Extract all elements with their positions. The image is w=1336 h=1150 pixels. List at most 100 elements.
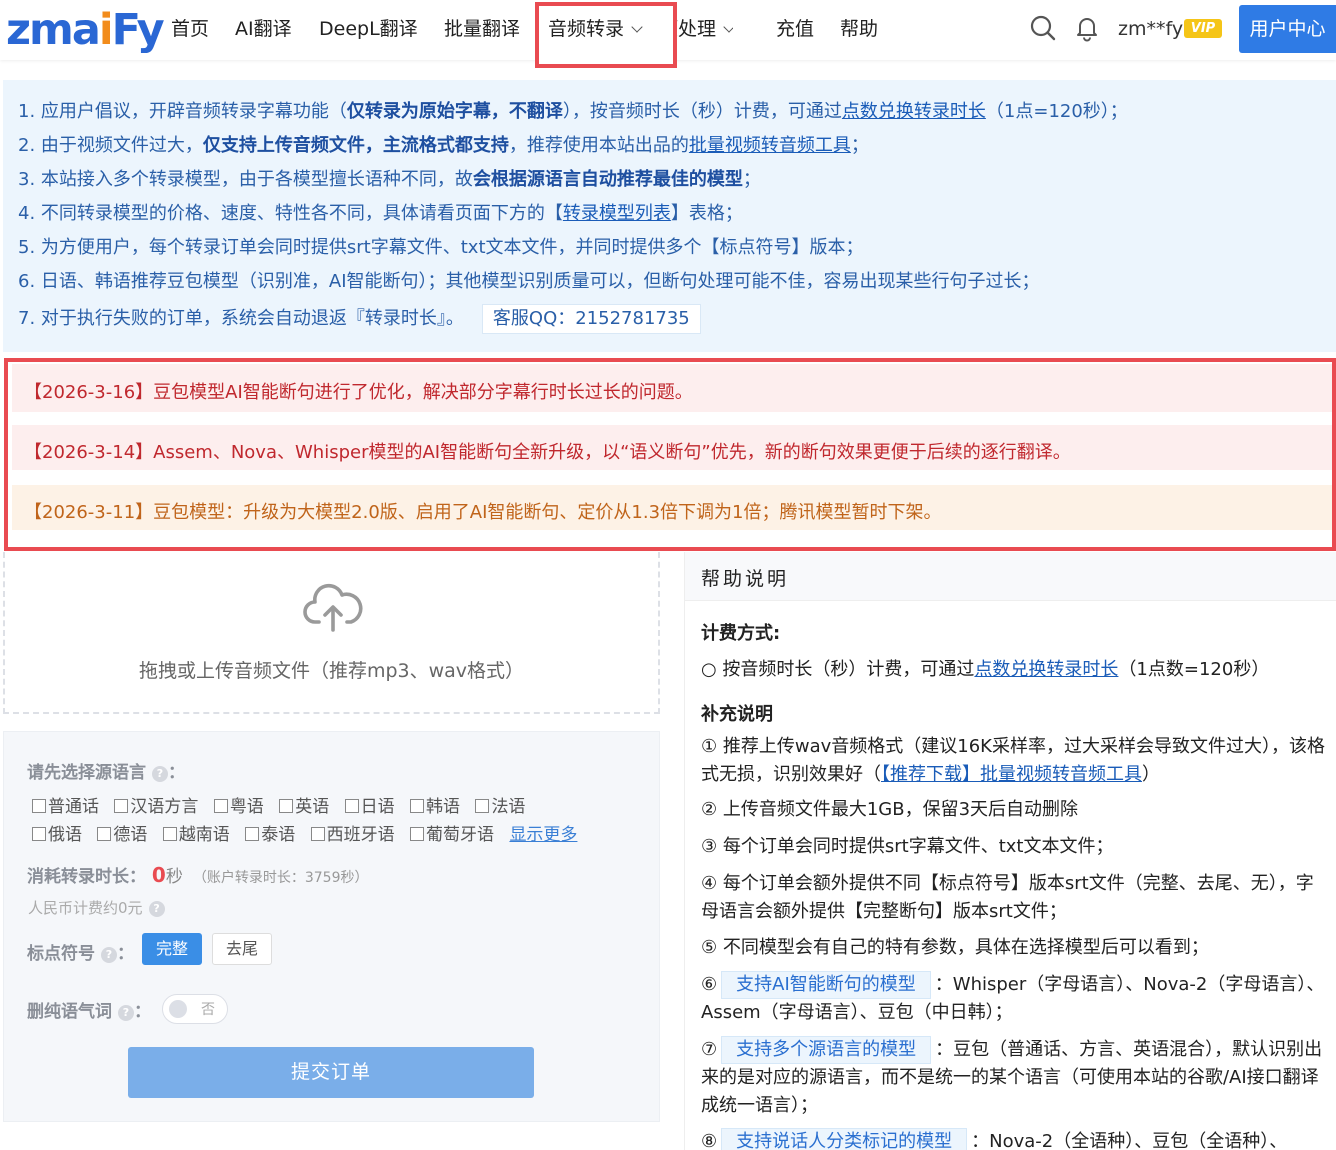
show-more-languages-link[interactable]: 显示更多: [509, 825, 577, 845]
notice-line-5: 5. 为方便用户，每个转录订单会同时提供srt字幕文件、txt文本文件，并同时提…: [18, 237, 864, 258]
help-icon[interactable]: ?: [118, 1005, 134, 1021]
nav-deepl-translate[interactable]: DeepL翻译: [319, 14, 418, 44]
cost-label: 消耗转录时长： 0秒 （账户转录时长：3759秒）: [27, 863, 369, 887]
remove-filler-toggle[interactable]: 否: [162, 994, 228, 1024]
help-item-2: ② 上传音频文件最大1GB，保留3天后自动删除: [701, 799, 1079, 820]
lang-option-spanish[interactable]: 西班牙语: [310, 820, 395, 845]
toggle-state: 否: [201, 1002, 215, 1018]
cost-value: 0: [151, 863, 166, 887]
chevron-down-icon: [723, 21, 734, 33]
upload-dropzone[interactable]: 拖拽或上传音频文件（推荐mp3、wav格式）: [3, 552, 660, 714]
lang-option-english[interactable]: 英语: [279, 792, 329, 817]
points-exchange-link[interactable]: 点数兑换转录时长: [974, 659, 1118, 680]
lang-option-korean[interactable]: 韩语: [410, 792, 460, 817]
extra-notes-title: 补充说明: [701, 704, 773, 725]
nav-audio-transcribe[interactable]: 音频转录: [548, 14, 643, 44]
chevron-down-icon: [631, 21, 643, 33]
help-title: 帮助说明: [685, 552, 1336, 601]
notice-line-6: 6. 日语、韩语推荐豆包模型（识别准，AI智能断句）；其他模型识别质量可以，但断…: [18, 271, 1040, 292]
checkbox[interactable]: [32, 799, 46, 813]
rmb-estimate: 人民币计费约0元?: [28, 897, 165, 918]
checkbox[interactable]: [410, 799, 425, 813]
lang-option-vietnamese[interactable]: 越南语: [162, 820, 230, 845]
lang-option-portuguese[interactable]: 葡萄牙语: [410, 820, 494, 845]
model-list-link[interactable]: 转录模型列表: [563, 203, 671, 224]
help-item-8: ⑧ 支持说话人分类标记的模型 ：Nova-2（全语种）、豆包（全语种）、: [701, 1128, 1326, 1150]
toggle-knob: [169, 1000, 187, 1018]
lang-option-russian[interactable]: 俄语: [32, 820, 82, 845]
checkbox[interactable]: [475, 799, 490, 813]
help-item-6: ⑥ 支持AI智能断句的模型 ：Whisper（字母语言）、Nova-2（字母语言）、…: [701, 971, 1326, 1027]
checkbox[interactable]: [162, 827, 177, 841]
language-row-2: 俄语 德语 越南语 泰语 西班牙语 葡萄牙语 显示更多: [32, 820, 577, 845]
help-item-7: ⑦ 支持多个源语言的模型 ：豆包（普通话、方言、英语混合），默认识别出来的是对应的源…: [701, 1036, 1326, 1120]
remove-filler-label: 删纯语气词?：: [27, 1002, 151, 1022]
lang-option-french[interactable]: 法语: [475, 792, 525, 817]
lang-option-dialect[interactable]: 汉语方言: [114, 792, 198, 817]
help-icon[interactable]: ?: [101, 947, 117, 963]
lang-option-japanese[interactable]: 日语: [344, 792, 395, 817]
help-icon[interactable]: ?: [148, 901, 165, 917]
checkbox[interactable]: [410, 827, 425, 841]
checkbox[interactable]: [213, 799, 228, 813]
notice-line-7: 7. 对于执行失败的订单，系统会自动退返『转录时长』。 客服QQ：21527817…: [18, 304, 701, 334]
help-icon[interactable]: ?: [152, 766, 168, 782]
cloud-upload-icon: [303, 583, 363, 632]
announcement-item: 【2026-3-14】Assem、Nova、Whisper模型的AI智能断句全新…: [12, 425, 1332, 470]
punctuation-label: 标点符号?：: [27, 944, 134, 964]
checkbox[interactable]: [310, 827, 325, 841]
nav-home[interactable]: 首页: [171, 14, 209, 44]
top-nav: zmaiFy 首页 AI翻译 DeepL翻译 批量翻译 音频转录 预处理 充值 …: [0, 0, 1336, 68]
download-tool-link[interactable]: 【推荐下载】批量视频转音频工具: [881, 764, 1142, 785]
punctuation-full-button[interactable]: 完整: [142, 933, 202, 965]
order-form: 请先选择源语言?： 普通话 汉语方言 粤语 英语 日语 韩语 法语 俄语 德语 …: [3, 731, 660, 1122]
video-to-audio-tool-link[interactable]: 批量视频转音频工具: [689, 135, 851, 156]
notice-line-3: 3. 本站接入多个转录模型，由于各模型擅长语种不同，故会根据源语言自动推荐最佳的…: [18, 169, 761, 190]
help-panel: 帮助说明 计费方式: ○ 按音频时长（秒）计费，可通过点数兑换转录时长（1点数=…: [684, 552, 1336, 1150]
announcement-item: 【2026-3-16】豆包模型AI智能断句进行了优化，解决部分字幕行时长过长的问…: [12, 364, 1332, 412]
account-balance: （账户转录时长：3759秒）: [192, 870, 369, 886]
notice-line-1: 1. 应用户倡议，开辟音频转录字幕功能（仅转录为原始字幕，不翻译），按音频时长（…: [18, 101, 1128, 122]
notice-line-4: 4. 不同转录模型的价格、速度、特性各不同，具体请看页面下方的【转录模型列表】表…: [18, 203, 743, 224]
customer-service-qq: 客服QQ：2152781735: [481, 304, 701, 334]
search-icon[interactable]: [1029, 14, 1057, 42]
site-logo[interactable]: zmaiFy: [6, 6, 165, 54]
upload-hint: 拖拽或上传音频文件（推荐mp3、wav格式）: [138, 660, 525, 682]
lang-option-mandarin[interactable]: 普通话: [32, 792, 99, 817]
checkbox[interactable]: [344, 799, 359, 813]
checkbox[interactable]: [97, 827, 112, 841]
speaker-diarization-models-tag[interactable]: 支持说话人分类标记的模型: [721, 1128, 968, 1150]
lang-option-thai[interactable]: 泰语: [245, 820, 295, 845]
nav-ai-translate[interactable]: AI翻译: [235, 14, 292, 44]
submit-order-button[interactable]: 提交订单: [128, 1047, 534, 1098]
billing-title: 计费方式:: [701, 623, 781, 644]
checkbox[interactable]: [279, 799, 294, 813]
checkbox[interactable]: [114, 799, 129, 813]
source-language-label: 请先选择源语言?：: [27, 763, 185, 783]
user-center-button[interactable]: 用户中心: [1239, 5, 1336, 53]
language-row-1: 普通话 汉语方言 粤语 英语 日语 韩语 法语: [32, 792, 535, 817]
billing-text: ○ 按音频时长（秒）计费，可通过点数兑换转录时长（1点数=120秒）: [701, 659, 1270, 680]
checkbox[interactable]: [245, 827, 260, 841]
help-item-1: ① 推荐上传wav音频格式（建议16K采样率，过大采样会导致文件过大），该格式无…: [701, 736, 1325, 785]
points-exchange-link[interactable]: 点数兑换转录时长: [842, 101, 986, 122]
bell-icon[interactable]: [1073, 14, 1101, 42]
announcement-item: 【2026-3-11】豆包模型：升级为大模型2.0版、启用了AI智能断句、定价从…: [12, 485, 1332, 530]
checkbox[interactable]: [32, 827, 46, 841]
help-item-3: ③ 每个订单会同时提供srt字幕文件、txt文本文件；: [701, 836, 1114, 857]
help-item-5: ⑤ 不同模型会有自己的特有参数，具体在选择模型后可以看到；: [701, 937, 1209, 958]
announcements-panel: 【2026-3-16】豆包模型AI智能断句进行了优化，解决部分字幕行时长过长的问…: [4, 358, 1336, 551]
nav-recharge[interactable]: 充值: [776, 14, 814, 44]
nav-preprocess[interactable]: 预处理: [677, 14, 734, 44]
help-item-4: ④ 每个订单会额外提供不同【标点符号】版本srt文件（完整、去尾、无），字母语言…: [701, 873, 1314, 922]
notice-panel: 1. 应用户倡议，开辟音频转录字幕功能（仅转录为原始字幕，不翻译），按音频时长（…: [3, 80, 1336, 352]
nav-batch-translate[interactable]: 批量翻译: [444, 14, 520, 44]
vip-badge: VIP: [1184, 19, 1222, 38]
lang-option-cantonese[interactable]: 粤语: [213, 792, 264, 817]
username[interactable]: zm**fy: [1118, 14, 1183, 44]
lang-option-german[interactable]: 德语: [97, 820, 147, 845]
multi-language-models-tag[interactable]: 支持多个源语言的模型: [721, 1036, 932, 1064]
nav-help[interactable]: 帮助: [840, 14, 878, 44]
punctuation-trim-button[interactable]: 去尾: [212, 933, 272, 965]
ai-segmentation-models-tag[interactable]: 支持AI智能断句的模型: [721, 971, 931, 999]
